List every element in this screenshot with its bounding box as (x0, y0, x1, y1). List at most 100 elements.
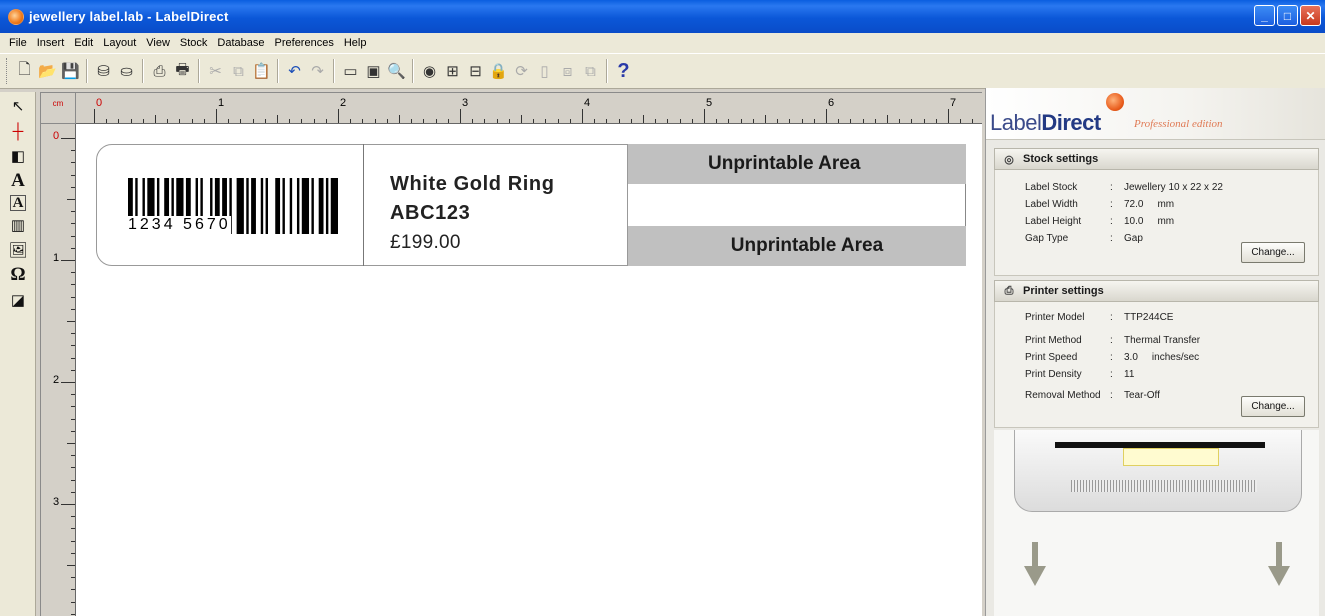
price-text[interactable]: £199.00 (390, 228, 555, 257)
ruler-tick (338, 109, 339, 123)
unprintable-area-bottom: Unprintable Area (628, 226, 966, 266)
ruler-tick (71, 211, 75, 213)
text-tool-icon[interactable]: A (5, 170, 31, 192)
database-icon[interactable]: ◉ (419, 60, 440, 82)
barcode-bar (236, 178, 244, 234)
barcode-tool-icon[interactable]: ▥ (5, 214, 31, 236)
send-back-icon[interactable]: ⧉ (580, 60, 601, 82)
arrange-icon[interactable]: ⊟ (465, 60, 486, 82)
printer-icon[interactable]: ⎙ (149, 60, 170, 82)
minimize-button[interactable]: _ (1254, 5, 1275, 26)
ruler-tick (801, 119, 803, 123)
label-canvas[interactable]: 1234 5670 White Gold Ring ABC123 £199.00… (76, 124, 982, 616)
tool-palette: ↖ ┼ ◧ A A ▥ 🖼 Ω ◪ (0, 92, 36, 616)
open-folder-icon[interactable]: 📂 (37, 60, 58, 82)
printer-row-key: Print Speed (1025, 352, 1078, 363)
symbol-tool-icon[interactable]: Ω (5, 264, 31, 286)
image-tool-icon[interactable]: 🖼 (5, 239, 31, 261)
ruler-tick (777, 119, 779, 123)
ruler-tick (923, 119, 925, 123)
ruler-tick (167, 119, 169, 123)
layout-icon[interactable]: ⊞ (442, 60, 463, 82)
ruler-tick (484, 119, 486, 123)
undo-icon[interactable]: ↶ (284, 60, 305, 82)
ruler-tick (264, 119, 266, 123)
ruler-tick (386, 119, 388, 123)
ruler-tick (71, 308, 75, 310)
ruler-tick (71, 284, 75, 286)
menu-edit[interactable]: Edit (69, 37, 98, 49)
zoom-page-icon[interactable]: ▣ (363, 60, 384, 82)
stock-change-button[interactable]: Change... (1241, 242, 1305, 263)
menu-database[interactable]: Database (212, 37, 269, 49)
menu-bar: File Insert Edit Layout View Stock Datab… (0, 33, 1325, 53)
stock-icon[interactable]: ⛁ (93, 60, 114, 82)
printer-change-button[interactable]: Change... (1241, 396, 1305, 417)
menu-layout[interactable]: Layout (98, 37, 141, 49)
menu-stock[interactable]: Stock (175, 37, 213, 49)
ruler-tick (71, 516, 75, 518)
ruler-tick (716, 119, 718, 123)
ruler-tick (496, 119, 498, 123)
ruler-tick (874, 119, 876, 123)
ruler-tick (191, 119, 193, 123)
menu-view[interactable]: View (141, 37, 175, 49)
text-box-tool-icon[interactable]: A (10, 195, 26, 211)
help-icon[interactable]: ? (613, 60, 634, 82)
zoom-fit-icon[interactable]: ▭ (340, 60, 361, 82)
ruler-tick (277, 115, 278, 123)
printer-illustration (994, 430, 1319, 616)
toolbar-separator (333, 59, 335, 83)
menu-insert[interactable]: Insert (32, 37, 70, 49)
barcode-bar (251, 178, 256, 234)
maximize-button[interactable]: □ (1277, 5, 1298, 26)
ruler-tick (472, 119, 474, 123)
menu-help[interactable]: Help (339, 37, 372, 49)
save-icon[interactable]: 💾 (60, 60, 81, 82)
copy-icon[interactable]: ⧉ (228, 60, 249, 82)
paste-icon[interactable]: 📋 (251, 60, 272, 82)
stock-settings-header[interactable]: ◎ Stock settings (994, 148, 1319, 170)
ruler-tick (630, 119, 632, 123)
ruler-tick (643, 115, 644, 123)
rotate-icon[interactable]: ⟳ (511, 60, 532, 82)
select-pointer-icon[interactable]: ↖ (5, 95, 31, 117)
close-button[interactable]: ✕ (1300, 5, 1321, 26)
redo-icon[interactable]: ↷ (307, 60, 328, 82)
ruler-tick (679, 119, 681, 123)
printer-settings-body: Printer Model : TTP244CE Print Method : … (994, 302, 1319, 428)
settings-panel: LabelDirect Professional edition ◎ Stock… (985, 88, 1325, 616)
app-icon[interactable] (8, 8, 24, 25)
menu-preferences[interactable]: Preferences (270, 37, 339, 49)
product-code-text[interactable]: ABC123 (390, 199, 555, 228)
stock-row: Gap Type : Gap (1025, 233, 1143, 247)
picture-frame-tool-icon[interactable]: ◪ (5, 289, 31, 311)
stock-settings-icon[interactable]: ⛀ (116, 60, 137, 82)
ruler-tick (350, 119, 352, 123)
ruler-tick (155, 115, 156, 123)
bring-front-icon[interactable]: ⧈ (557, 60, 578, 82)
printer-settings-header[interactable]: ⎙ Printer settings (994, 280, 1319, 302)
main-toolbar: 🗋 📂 💾 ⛁ ⛀ ⎙ 🖶 ✂ ⧉ 📋 ↶ ↷ ▭ ▣ 🔍 ◉ ⊞ ⊟ 🔒 ⟳ … (0, 53, 1325, 89)
barcode-bar (246, 178, 249, 234)
ruler-tick (521, 115, 522, 123)
product-name-text[interactable]: White Gold Ring (390, 170, 555, 199)
shape-tool-icon[interactable]: ◧ (5, 145, 31, 167)
stock-row: Label Height : 10.0 mm (1025, 216, 1174, 230)
toolbar-grip[interactable] (6, 58, 9, 84)
printer-row-key: Print Density (1025, 369, 1082, 380)
label-design[interactable]: 1234 5670 White Gold Ring ABC123 £199.00… (96, 144, 971, 266)
ruler-tick (71, 577, 75, 579)
zoom-icon[interactable]: 🔍 (386, 60, 407, 82)
stock-row-key: Label Stock (1025, 182, 1078, 193)
menu-file[interactable]: File (4, 37, 32, 49)
print-preview-icon[interactable]: 🖶 (172, 60, 193, 82)
ruler-tick (130, 119, 132, 123)
label-text-block[interactable]: White Gold Ring ABC123 £199.00 (390, 170, 555, 257)
lock-icon[interactable]: 🔒 (488, 60, 509, 82)
cut-icon[interactable]: ✂ (205, 60, 226, 82)
page-icon[interactable]: ▯ (534, 60, 555, 82)
barcode-bar (318, 178, 324, 234)
line-tool-icon[interactable]: ┼ (5, 120, 31, 142)
new-file-icon[interactable]: 🗋 (14, 60, 35, 82)
